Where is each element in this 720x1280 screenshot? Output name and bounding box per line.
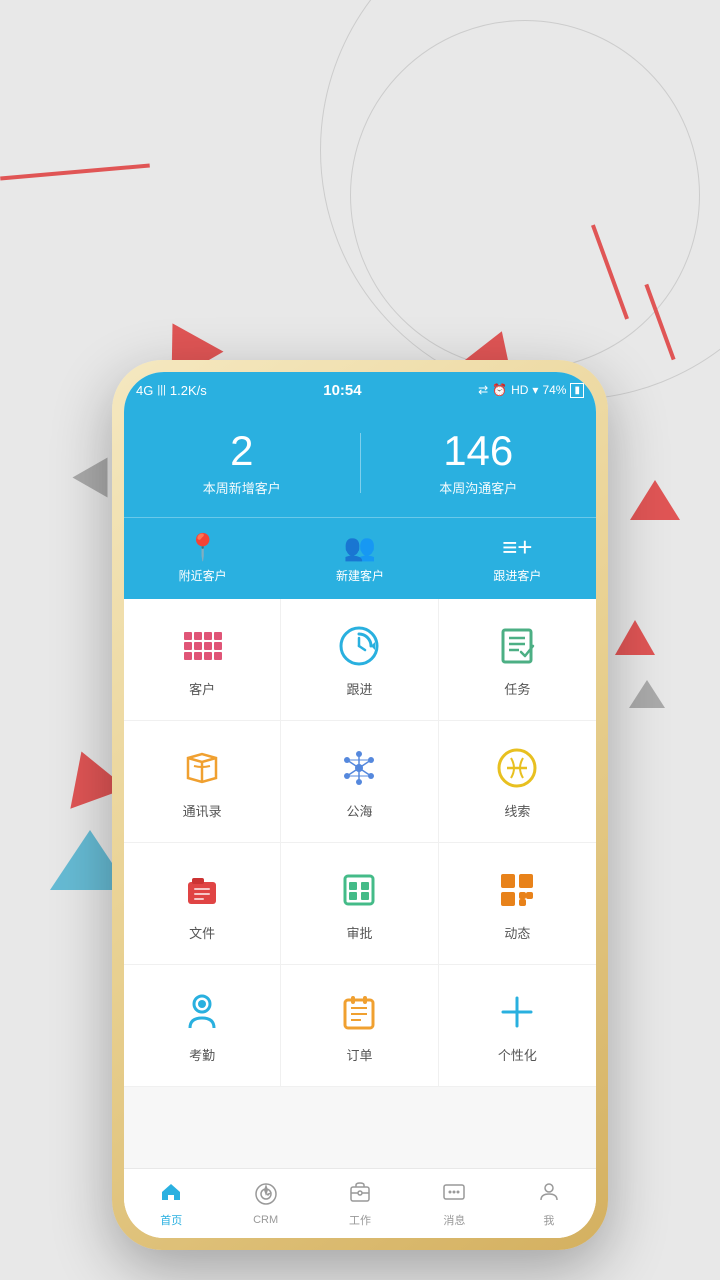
quick-nearby[interactable]: 📍 附近客户 xyxy=(124,518,281,599)
menu-item-attendance[interactable]: 考勤 xyxy=(124,965,281,1087)
alarm-icon: ⏰ xyxy=(492,383,507,397)
leads-label: 线索 xyxy=(504,801,530,820)
dynamic-icon xyxy=(492,865,542,915)
nearby-label: 附近客户 xyxy=(179,569,227,583)
follow-icon: ≡+ xyxy=(439,532,596,563)
menu-item-task[interactable]: 任务 xyxy=(439,599,596,721)
menu-item-files[interactable]: 文件 xyxy=(124,843,281,965)
menu-item-customize[interactable]: 个性化 xyxy=(439,965,596,1087)
followup-icon xyxy=(334,621,384,671)
dynamic-label: 动态 xyxy=(504,923,530,942)
main-content: 客户 跟进 xyxy=(124,599,596,1199)
location-icon: 📍 xyxy=(124,532,281,563)
stats-row: 2 本周新增客户 146 本周沟通客户 xyxy=(124,428,596,517)
phone-frame: 4G ||| 1.2K/s 10:54 ⇄ ⏰ HD ▾ 74% ▮ 2 本周新… xyxy=(112,360,608,1250)
nav-me[interactable]: 我 xyxy=(502,1169,596,1238)
bottom-nav: 首页 CRM xyxy=(124,1168,596,1238)
menu-item-dynamic[interactable]: 动态 xyxy=(439,843,596,965)
triangle-red4 xyxy=(630,480,680,520)
quick-actions-row: 📍 附近客户 👥 新建客户 ≡+ 跟进客户 xyxy=(124,517,596,599)
bg-line1 xyxy=(0,163,150,180)
me-icon xyxy=(537,1180,561,1210)
message-label: 消息 xyxy=(443,1212,465,1228)
triangle-red3 xyxy=(615,620,655,655)
followup-label: 跟进 xyxy=(346,679,372,698)
status-time: 10:54 xyxy=(323,382,361,399)
wifi-icon: ▾ xyxy=(532,383,538,397)
status-left: 4G ||| 1.2K/s xyxy=(136,383,207,398)
menu-item-leads[interactable]: 线索 xyxy=(439,721,596,843)
crm-icon xyxy=(254,1182,278,1212)
quick-new-customer[interactable]: 👥 新建客户 xyxy=(281,518,438,599)
customize-icon xyxy=(492,987,542,1037)
work-icon xyxy=(348,1180,372,1210)
battery-icon: ▮ xyxy=(570,383,584,398)
work-label: 工作 xyxy=(349,1212,371,1228)
customize-label: 个性化 xyxy=(498,1045,537,1064)
nav-message[interactable]: 消息 xyxy=(407,1169,501,1238)
home-label: 首页 xyxy=(160,1212,182,1228)
public-icon xyxy=(334,743,384,793)
triangle-gray2 xyxy=(629,680,665,708)
new-customers-label: 本周新增客户 xyxy=(124,478,360,497)
communicated-label: 本周沟通客户 xyxy=(361,478,597,497)
home-icon xyxy=(159,1180,183,1210)
nav-work[interactable]: 工作 xyxy=(313,1169,407,1238)
nav-crm[interactable]: CRM xyxy=(218,1169,312,1238)
hd-label: HD xyxy=(511,383,528,397)
bg-circle2 xyxy=(350,20,700,370)
menu-item-order[interactable]: 订单 xyxy=(281,965,438,1087)
customer-label: 客户 xyxy=(189,679,215,698)
status-bar: 4G ||| 1.2K/s 10:54 ⇄ ⏰ HD ▾ 74% ▮ xyxy=(124,372,596,408)
crm-label: CRM xyxy=(253,1214,278,1226)
leads-icon xyxy=(492,743,542,793)
task-icon xyxy=(492,621,542,671)
order-label: 订单 xyxy=(346,1045,372,1064)
phone-screen: 4G ||| 1.2K/s 10:54 ⇄ ⏰ HD ▾ 74% ▮ 2 本周新… xyxy=(124,372,596,1238)
message-icon xyxy=(442,1180,466,1210)
add-person-icon: 👥 xyxy=(281,532,438,563)
approval-label: 审批 xyxy=(346,923,372,942)
menu-item-public[interactable]: 公海 xyxy=(281,721,438,843)
contacts-icon xyxy=(177,743,227,793)
status-right: ⇄ ⏰ HD ▾ 74% ▮ xyxy=(478,383,584,398)
new-customers-count: 2 xyxy=(124,428,360,474)
stat-new-customers: 2 本周新增客户 xyxy=(124,428,360,497)
signal-4g: 4G xyxy=(136,383,153,398)
menu-grid: 客户 跟进 xyxy=(124,599,596,1087)
nav-home[interactable]: 首页 xyxy=(124,1169,218,1238)
menu-item-customer[interactable]: 客户 xyxy=(124,599,281,721)
approval-icon xyxy=(334,865,384,915)
attendance-icon xyxy=(177,987,227,1037)
customer-icon xyxy=(177,621,227,671)
menu-item-approval[interactable]: 审批 xyxy=(281,843,438,965)
data-speed: 1.2K/s xyxy=(170,383,207,398)
triangle-gray1 xyxy=(73,458,108,498)
me-label: 我 xyxy=(543,1212,554,1228)
menu-item-followup[interactable]: 跟进 xyxy=(281,599,438,721)
signal-bars: ||| xyxy=(157,384,166,396)
rotate-icon: ⇄ xyxy=(478,383,488,397)
battery-percent: 74% xyxy=(542,383,566,397)
task-label: 任务 xyxy=(504,679,530,698)
menu-item-contacts[interactable]: 通讯录 xyxy=(124,721,281,843)
contacts-label: 通讯录 xyxy=(183,801,222,820)
stat-communicated-customers: 146 本周沟通客户 xyxy=(361,428,597,497)
attendance-label: 考勤 xyxy=(189,1045,215,1064)
files-icon xyxy=(177,865,227,915)
header-area: 2 本周新增客户 146 本周沟通客户 📍 附近客户 👥 新建客户 xyxy=(124,408,596,599)
public-label: 公海 xyxy=(346,801,372,820)
new-customer-label: 新建客户 xyxy=(336,569,384,583)
order-icon xyxy=(334,987,384,1037)
communicated-count: 146 xyxy=(361,428,597,474)
follow-label: 跟进客户 xyxy=(493,569,541,583)
files-label: 文件 xyxy=(189,923,215,942)
quick-follow[interactable]: ≡+ 跟进客户 xyxy=(439,518,596,599)
